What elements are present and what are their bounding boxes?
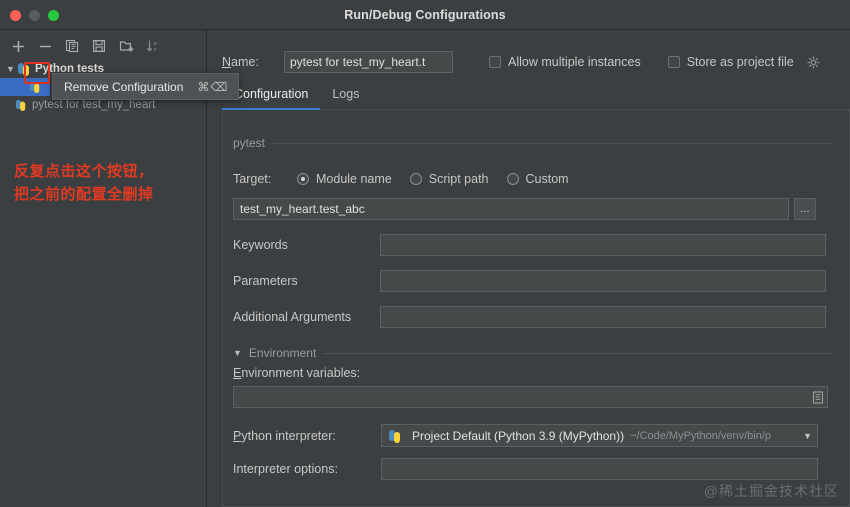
annotation-line-2: 把之前的配置全删掉 [14, 186, 154, 203]
radio-button[interactable] [409, 173, 422, 185]
radio-custom[interactable]: Custom [506, 172, 569, 186]
radio-custom-label: Custom [525, 172, 569, 186]
section-header-environment[interactable]: ▼ Environment [233, 346, 833, 360]
title-bar: Run/Debug Configurations [0, 0, 850, 30]
configuration-tab-content: pytest Target: Module name Script path C… [222, 110, 850, 507]
chevron-down-icon[interactable]: ▼ [803, 431, 812, 441]
allow-multiple-instances-label: Allow multiple instances [508, 55, 641, 69]
section-header-pytest: pytest [233, 136, 833, 150]
configurations-toolbar: a z [0, 32, 207, 60]
tooltip-shortcut: ⌘⌫ [197, 79, 229, 94]
radio-module-name-label: Module name [316, 172, 392, 186]
additional-arguments-label: Additional Arguments [233, 310, 352, 324]
window-title: Run/Debug Configurations [344, 8, 506, 22]
environment-variables-input[interactable] [233, 386, 828, 408]
watermark: @稀土掘金技术社区 [703, 483, 839, 499]
gear-icon[interactable] [807, 55, 820, 69]
name-label: Name: [222, 55, 259, 69]
configuration-details-panel: Name: Allow multiple instances Store as … [208, 30, 850, 507]
run-debug-configurations-window: Run/Debug Configurations a z ▼ Python te… [0, 0, 850, 507]
name-row: Name: Allow multiple instances Store as … [222, 51, 850, 73]
name-input[interactable] [284, 51, 453, 73]
target-row: Target: Module name Script path Custom [233, 172, 587, 186]
remove-configuration-button[interactable] [33, 35, 57, 57]
radio-button[interactable] [297, 173, 309, 185]
tree-item-label: pytest for test_my_heart [32, 99, 156, 111]
annotation-text: 反复点击这个按钮， 把之前的配置全删掉 [14, 160, 154, 206]
store-as-project-file-checkbox[interactable]: Store as project file [667, 55, 820, 69]
copy-configuration-button[interactable] [60, 35, 84, 57]
radio-script-path[interactable]: Script path [409, 172, 489, 186]
sort-configurations-button[interactable]: a z [141, 35, 165, 57]
configuration-tabs: Configuration Logs [222, 84, 850, 110]
save-configuration-button[interactable] [87, 35, 111, 57]
add-configuration-button[interactable] [6, 35, 30, 57]
python-interpreter-label: Python interpreter: [233, 428, 336, 443]
keywords-label: Keywords [233, 238, 288, 252]
python-icon [388, 429, 402, 443]
environment-variables-label-rest: nvironment variables: [241, 366, 361, 380]
radio-script-path-label: Script path [428, 172, 489, 186]
tree-item-selected[interactable] [0, 78, 50, 96]
python-interpreter-row: Python interpreter: Project Default (Pyt… [233, 424, 818, 447]
remove-configuration-tooltip: Remove Configuration ⌘⌫ [52, 73, 240, 100]
target-value-row: ... [233, 198, 816, 220]
additional-arguments-row: Additional Arguments [233, 306, 826, 328]
checkbox-box[interactable] [667, 56, 680, 68]
interpreter-options-label: Interpreter options: [233, 462, 338, 476]
checkbox-box[interactable] [489, 56, 501, 68]
section-divider [323, 352, 833, 354]
tooltip-label: Remove Configuration [64, 79, 184, 94]
python-interpreter-value: Project Default (Python 3.9 (MyPython)) [412, 428, 625, 443]
python-tests-icon [17, 62, 31, 76]
keywords-input[interactable] [380, 234, 826, 256]
configurations-left-panel: a z ▼ Python tests pytest for test_my_he… [0, 30, 207, 507]
chevron-down-icon[interactable]: ▼ [4, 64, 17, 74]
interpreter-options-input[interactable] [381, 458, 818, 480]
chevron-down-icon[interactable]: ▼ [233, 348, 242, 358]
additional-arguments-input[interactable] [380, 306, 826, 328]
parameters-label: Parameters [233, 274, 298, 288]
svg-text:z: z [153, 47, 156, 53]
parameters-row: Parameters [233, 270, 826, 292]
parameters-input[interactable] [380, 270, 826, 292]
python-interpreter-select[interactable]: Project Default (Python 3.9 (MyPython)) … [381, 424, 818, 447]
python-test-icon [15, 99, 27, 111]
target-input[interactable] [233, 198, 789, 220]
radio-button[interactable] [506, 173, 519, 185]
browse-target-button[interactable]: ... [794, 198, 816, 220]
environment-variables-label: Environment variables: [233, 366, 361, 380]
python-test-icon [29, 81, 41, 93]
section-divider [272, 142, 833, 144]
section-environment-label: Environment [248, 346, 317, 360]
target-label: Target: [233, 172, 272, 186]
radio-module-name[interactable]: Module name [297, 172, 392, 186]
annotation-line-1: 反复点击这个按钮， [14, 163, 154, 180]
python-interpreter-path: ~/Code/MyPython/venv/bin/p [630, 429, 772, 442]
move-into-folder-button[interactable] [114, 35, 138, 57]
allow-multiple-instances-checkbox[interactable]: Allow multiple instances [489, 55, 641, 69]
keywords-row: Keywords [233, 234, 826, 256]
store-as-project-file-label: Store as project file [686, 55, 794, 69]
tab-logs[interactable]: Logs [320, 84, 371, 109]
edit-list-icon[interactable] [812, 390, 824, 404]
interpreter-options-row: Interpreter options: [233, 458, 818, 480]
section-pytest-label: pytest [233, 136, 266, 150]
